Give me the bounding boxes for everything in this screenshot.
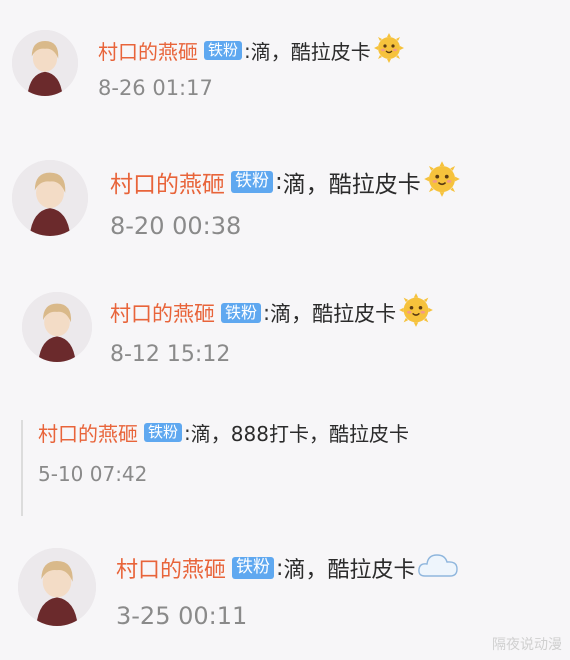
username[interactable]: 村口的燕砸 xyxy=(38,418,138,447)
quote-bar xyxy=(21,420,23,516)
separator: : xyxy=(263,300,271,325)
timestamp: 8-26 01:17 xyxy=(98,76,213,100)
fan-badge: 铁粉 xyxy=(144,423,183,442)
timestamp: 8-20 00:38 xyxy=(110,212,242,240)
username[interactable]: 村口的燕砸 xyxy=(116,552,226,584)
avatar[interactable] xyxy=(12,30,78,96)
separator: : xyxy=(184,420,191,445)
avatar[interactable] xyxy=(22,292,92,362)
comment-text: 滴，酷拉皮卡 xyxy=(282,172,421,198)
username[interactable]: 村口的燕砸 xyxy=(98,36,198,65)
separator: : xyxy=(244,38,251,63)
watermark: 隔夜说动漫 xyxy=(492,637,562,653)
sun-face-emoji-icon xyxy=(373,32,405,69)
username[interactable]: 村口的燕砸 xyxy=(110,298,215,328)
fan-badge: 铁粉 xyxy=(221,302,262,323)
username[interactable]: 村口的燕砸 xyxy=(110,165,225,199)
comment-text: 滴，酷拉皮卡 xyxy=(283,558,416,583)
timestamp: 5-10 07:42 xyxy=(38,462,148,486)
fan-badge: 铁粉 xyxy=(232,557,275,579)
avatar[interactable] xyxy=(18,548,96,626)
separator: : xyxy=(276,555,284,581)
cloud-emoji-icon xyxy=(417,550,459,586)
comment-text: 滴，酷拉皮卡 xyxy=(270,301,397,326)
fan-badge: 铁粉 xyxy=(204,41,243,60)
comment-text: 滴，888打卡，酷拉皮卡 xyxy=(190,422,409,446)
sun-face-emoji-icon xyxy=(398,292,434,333)
comment-text: 滴，酷拉皮卡 xyxy=(250,40,371,64)
timestamp: 8-12 15:12 xyxy=(110,342,231,367)
sun-face-emoji-icon xyxy=(423,160,461,204)
timestamp: 3-25 00:11 xyxy=(116,602,248,630)
avatar[interactable] xyxy=(12,160,88,236)
fan-badge: 铁粉 xyxy=(231,171,273,193)
separator: : xyxy=(275,169,283,195)
